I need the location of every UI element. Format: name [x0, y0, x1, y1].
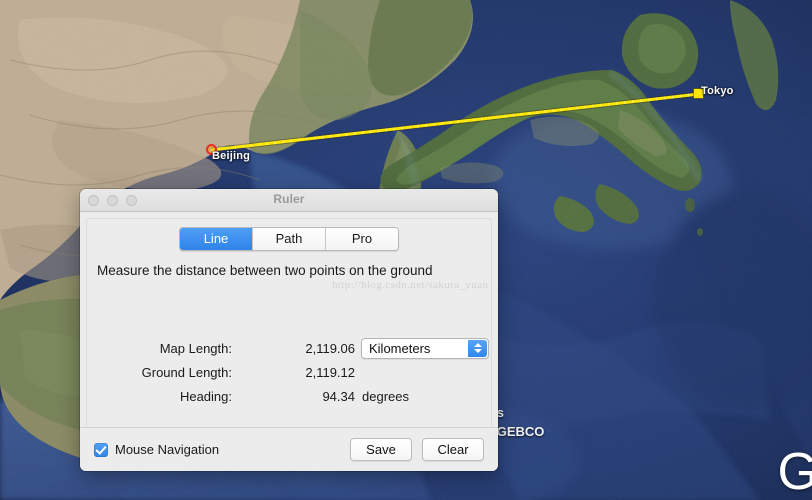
- chevron-down-icon: [473, 349, 482, 353]
- tab-path[interactable]: Path: [253, 228, 326, 250]
- measurement-list: Map Length: 2,119.06 Kilometers Ground L…: [87, 337, 491, 409]
- mouse-navigation-label: Mouse Navigation: [115, 442, 220, 457]
- checkbox-checked-icon[interactable]: [94, 442, 108, 457]
- tab-pro[interactable]: Pro: [326, 228, 398, 250]
- save-button[interactable]: Save: [350, 438, 412, 461]
- map-marker-beijing[interactable]: [206, 144, 217, 155]
- ground-length-label: Ground Length:: [141, 364, 232, 380]
- mouse-navigation-checkbox[interactable]: Mouse Navigation: [94, 442, 219, 457]
- clear-button[interactable]: Clear: [422, 438, 484, 461]
- chevron-up-icon: [473, 343, 482, 347]
- screen: Beijing Tokyo nicus GA, GEBCO G Ruler: [0, 0, 812, 500]
- mode-tab-bar[interactable]: Line Path Pro: [179, 227, 399, 251]
- unit-stepper[interactable]: [468, 339, 487, 357]
- tab-line[interactable]: Line: [180, 228, 253, 250]
- heading-unit: degrees: [362, 388, 409, 404]
- measurement-row-map-length: Map Length: 2,119.06 Kilometers: [87, 337, 491, 359]
- unit-select-value: Kilometers: [369, 340, 431, 356]
- measurement-row-ground-length: Ground Length: 2,119.12: [87, 361, 491, 383]
- window-footer: Mouse Navigation Save Clear: [80, 427, 498, 471]
- window-title: Ruler: [273, 192, 305, 206]
- ruler-window[interactable]: Ruler Line Path Pro Measure the distance…: [80, 189, 498, 471]
- heading-label: Heading:: [179, 388, 232, 404]
- measurement-row-heading: Heading: 94.34 degrees: [87, 385, 491, 407]
- watermark-text: http://blog.csdn.net/sakura_yuan: [332, 279, 489, 291]
- window-titlebar[interactable]: Ruler: [80, 189, 498, 212]
- map-length-label: Map Length:: [159, 340, 232, 356]
- map-marker-tokyo[interactable]: [694, 89, 703, 98]
- window-content: Line Path Pro Measure the distance betwe…: [80, 212, 498, 427]
- unit-select[interactable]: Kilometers: [361, 337, 489, 359]
- heading-value: 94.34: [322, 388, 355, 404]
- ground-length-value: 2,119.12: [305, 364, 355, 380]
- map-length-value: 2,119.06: [305, 340, 355, 356]
- content-inner-panel: Line Path Pro Measure the distance betwe…: [86, 218, 492, 427]
- description-text: Measure the distance between two points …: [97, 263, 433, 278]
